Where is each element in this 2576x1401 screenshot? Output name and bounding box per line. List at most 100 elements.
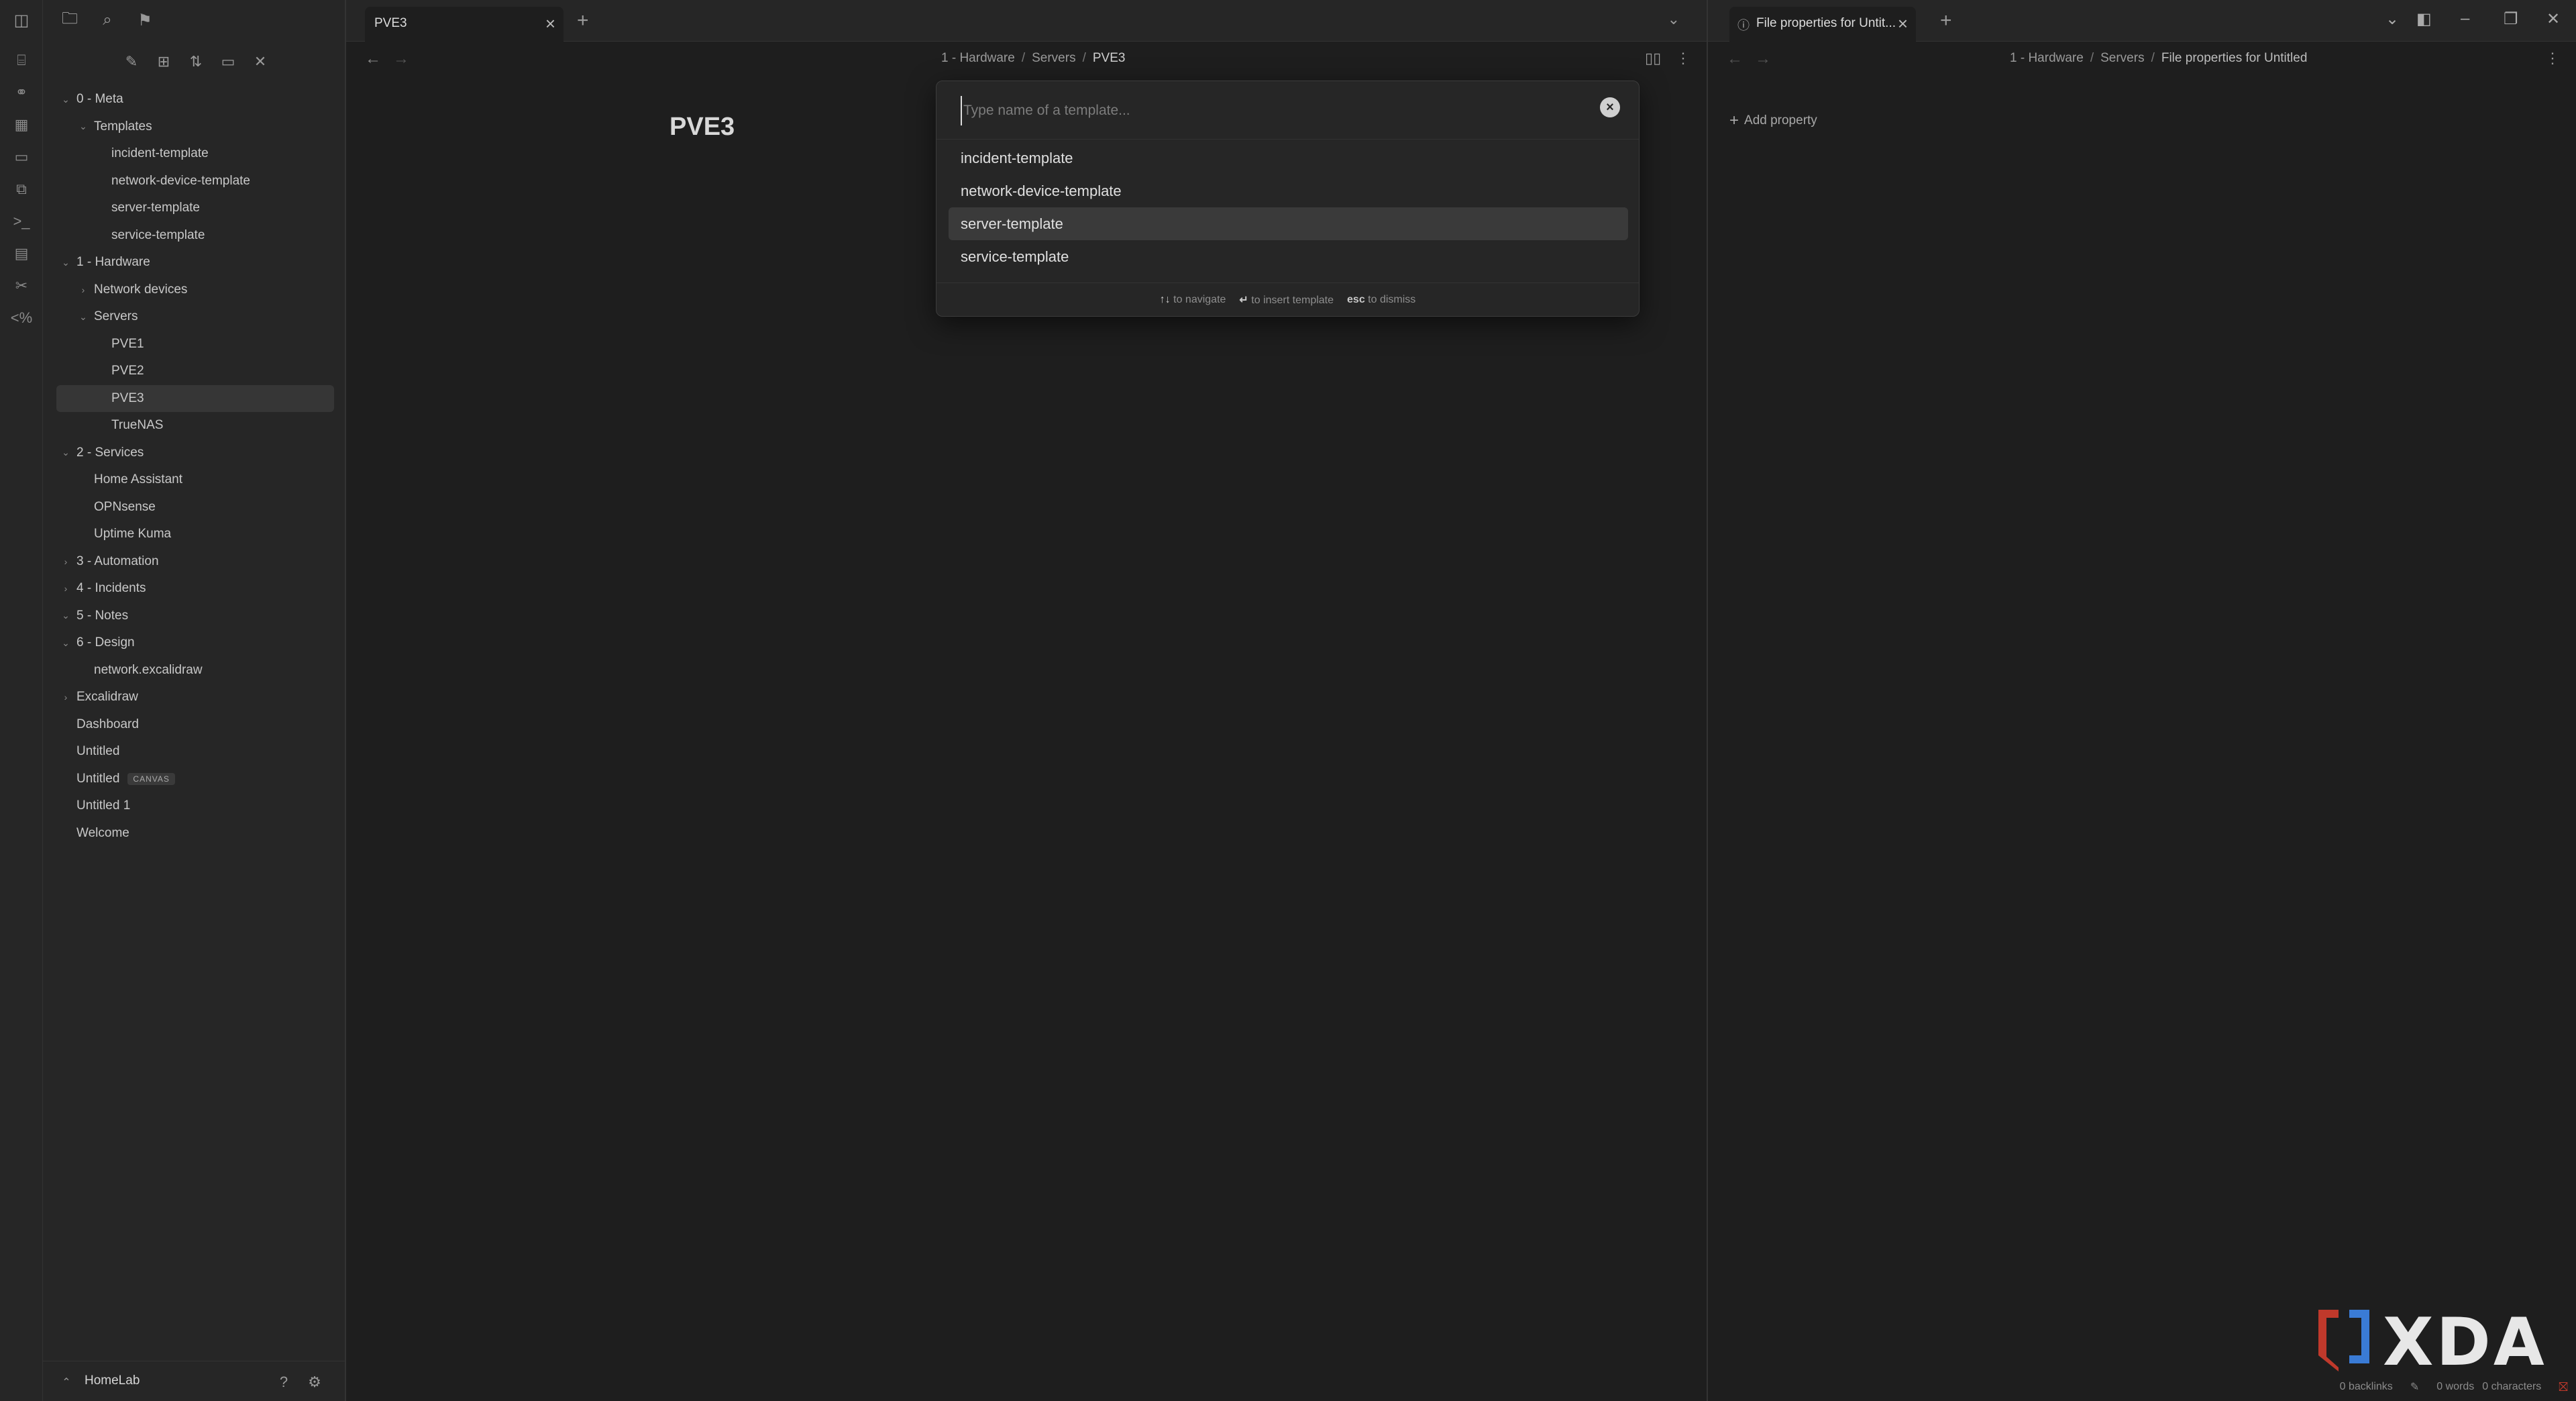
tree-item[interactable]: network-device-template <box>56 168 346 195</box>
note-title[interactable]: PVE3 <box>669 113 735 142</box>
tree-item[interactable]: ⌄ 2 - Services <box>56 439 346 467</box>
restore-icon[interactable]: ❐ <box>2504 9 2518 29</box>
tree-item[interactable]: Untitled CANVAS <box>56 766 346 793</box>
chevron-down-icon[interactable]: ⌄ <box>60 447 71 458</box>
canvas-icon[interactable]: ▦ <box>9 113 34 137</box>
templates-icon[interactable]: ⧉ <box>9 177 34 201</box>
tree-item[interactable]: network.excalidraw <box>56 657 346 684</box>
tree-item[interactable]: Uptime Kuma <box>56 521 346 548</box>
tree-item[interactable]: ⌄ 0 - Meta <box>56 86 346 113</box>
toggle-sidebar-icon[interactable]: ◫ <box>9 8 34 32</box>
breadcrumb-item[interactable]: 1 - Hardware <box>941 51 1015 65</box>
breadcrumb-item[interactable]: Servers <box>2100 51 2144 65</box>
settings-gear-icon[interactable]: ⚙ <box>305 1372 325 1392</box>
tab-pve3[interactable]: PVE3 × <box>365 7 564 42</box>
graph-view-icon[interactable]: ⚭ <box>9 81 34 105</box>
tree-item[interactable]: ⌄ 5 - Notes <box>56 603 346 630</box>
back-arrow-icon[interactable]: ← <box>365 50 381 68</box>
edit-mode-icon[interactable]: ✎ <box>2410 1380 2419 1394</box>
chevron-right-icon[interactable]: › <box>60 556 71 567</box>
new-note-icon[interactable]: ✎ <box>119 50 144 74</box>
template-result[interactable]: incident-template <box>949 142 1628 174</box>
tab-list-chevron-icon[interactable]: ⌄ <box>2385 9 2399 29</box>
backlinks-count[interactable]: 0 backlinks <box>2340 1381 2393 1393</box>
template-result[interactable]: network-device-template <box>949 174 1628 207</box>
collapse-all-icon[interactable]: ✕ <box>248 50 272 74</box>
tree-item[interactable]: › 3 - Automation <box>56 548 346 576</box>
chevron-down-icon[interactable]: ⌄ <box>78 121 89 132</box>
sort-icon[interactable]: ⇅ <box>184 50 208 74</box>
tree-item[interactable]: Untitled 1 <box>56 792 346 820</box>
hint-insert: ↵ to insert template <box>1239 294 1334 306</box>
tree-item[interactable]: Home Assistant <box>56 466 346 494</box>
back-arrow-icon[interactable]: ← <box>1727 50 1743 68</box>
tab-file-properties[interactable]: ⓘ File properties for Untit... × <box>1729 7 1916 42</box>
tree-item[interactable]: › Network devices <box>56 276 346 304</box>
chevron-down-icon[interactable]: ⌄ <box>60 610 71 621</box>
vault-chevron-icon[interactable]: ⌃ <box>56 1372 76 1392</box>
tree-item[interactable]: TrueNAS <box>56 412 346 439</box>
tree-item[interactable]: Dashboard <box>56 711 346 739</box>
tree-item[interactable]: OPNsense <box>56 494 346 521</box>
tree-item[interactable]: server-template <box>56 195 346 222</box>
new-tab-icon[interactable]: + <box>577 9 589 32</box>
main-tab-bar: PVE3 × + ⌄ <box>346 0 1707 42</box>
daily-note-icon[interactable]: ▭ <box>9 145 34 169</box>
chevron-down-icon[interactable]: ⌄ <box>60 637 71 649</box>
command-palette-icon[interactable]: >_ <box>9 209 34 234</box>
chevron-right-icon[interactable]: › <box>60 583 71 594</box>
chevron-down-icon[interactable]: ⌄ <box>60 94 71 105</box>
tree-item[interactable]: › 4 - Incidents <box>56 575 346 603</box>
tab-close-icon[interactable]: × <box>545 13 555 34</box>
more-options-icon[interactable]: ⋮ <box>2545 50 2560 67</box>
forward-arrow-icon[interactable]: → <box>393 50 409 68</box>
vault-name[interactable]: HomeLab <box>85 1373 140 1388</box>
tree-item[interactable]: PVE3 <box>56 384 334 412</box>
sync-status-icon[interactable]: ⛝ <box>2559 1380 2568 1394</box>
tree-item[interactable]: Untitled <box>56 738 346 766</box>
tree-item[interactable]: › Excalidraw <box>56 684 346 711</box>
tree-item[interactable]: ⌄ 1 - Hardware <box>56 249 346 276</box>
breadcrumb-item[interactable]: Servers <box>1032 51 1075 65</box>
tree-item[interactable]: ⌄ 6 - Design <box>56 629 346 657</box>
tree-item[interactable]: incident-template <box>56 140 346 168</box>
tab-list-chevron-icon[interactable]: ⌄ <box>1668 11 1680 28</box>
add-property-button[interactable]: + Add property <box>1729 111 1817 130</box>
toggle-right-sidebar-icon[interactable]: ◧ <box>2416 9 2432 29</box>
tree-item-label: Welcome <box>76 825 129 840</box>
tree-item[interactable]: ⌄ Templates <box>56 113 346 141</box>
code-icon[interactable]: <% <box>9 306 34 330</box>
template-result[interactable]: service-template <box>949 240 1628 273</box>
chevron-down-icon[interactable]: ⌄ <box>78 311 89 323</box>
close-window-icon[interactable]: ✕ <box>2546 9 2560 29</box>
breadcrumb-item[interactable]: 1 - Hardware <box>2010 51 2084 65</box>
new-tab-icon[interactable]: + <box>1940 9 1952 32</box>
tree-item[interactable]: service-template <box>56 222 346 250</box>
auto-reveal-icon[interactable]: ▭ <box>216 50 240 74</box>
forward-arrow-icon[interactable]: → <box>1755 50 1771 68</box>
search-icon[interactable]: ⌕ <box>95 8 119 32</box>
tab-close-icon[interactable]: × <box>1898 13 1908 34</box>
more-options-icon[interactable]: ⋮ <box>1676 50 1690 67</box>
tree-item[interactable]: PVE2 <box>56 358 346 385</box>
files-folder-icon[interactable]: 🗀 <box>58 8 82 32</box>
template-result[interactable]: server-template <box>949 207 1628 240</box>
chevron-down-icon[interactable]: ⌄ <box>60 257 71 268</box>
breadcrumb-current[interactable]: PVE3 <box>1093 51 1126 65</box>
open-quick-switcher-icon[interactable]: ⌸ <box>9 48 34 72</box>
tree-item[interactable]: Welcome <box>56 820 346 847</box>
tree-item[interactable]: ⌄ Servers <box>56 303 346 331</box>
chevron-right-icon[interactable]: › <box>60 692 71 703</box>
minimize-icon[interactable]: – <box>2461 9 2469 28</box>
new-folder-icon[interactable]: ⊞ <box>152 50 176 74</box>
breadcrumb-current[interactable]: File properties for Untitled <box>2161 51 2308 65</box>
tree-item[interactable]: PVE1 <box>56 331 346 358</box>
clear-search-icon[interactable]: × <box>1600 97 1620 117</box>
table-icon[interactable]: ▤ <box>9 242 34 266</box>
help-icon[interactable]: ? <box>274 1372 294 1392</box>
template-search-input[interactable] <box>961 96 1605 125</box>
reading-view-icon[interactable]: ▯▯ <box>1645 50 1661 67</box>
chevron-right-icon[interactable]: › <box>78 284 89 295</box>
excalidraw-icon[interactable]: ✂ <box>9 274 34 298</box>
bookmark-icon[interactable]: ⚑ <box>133 8 157 32</box>
